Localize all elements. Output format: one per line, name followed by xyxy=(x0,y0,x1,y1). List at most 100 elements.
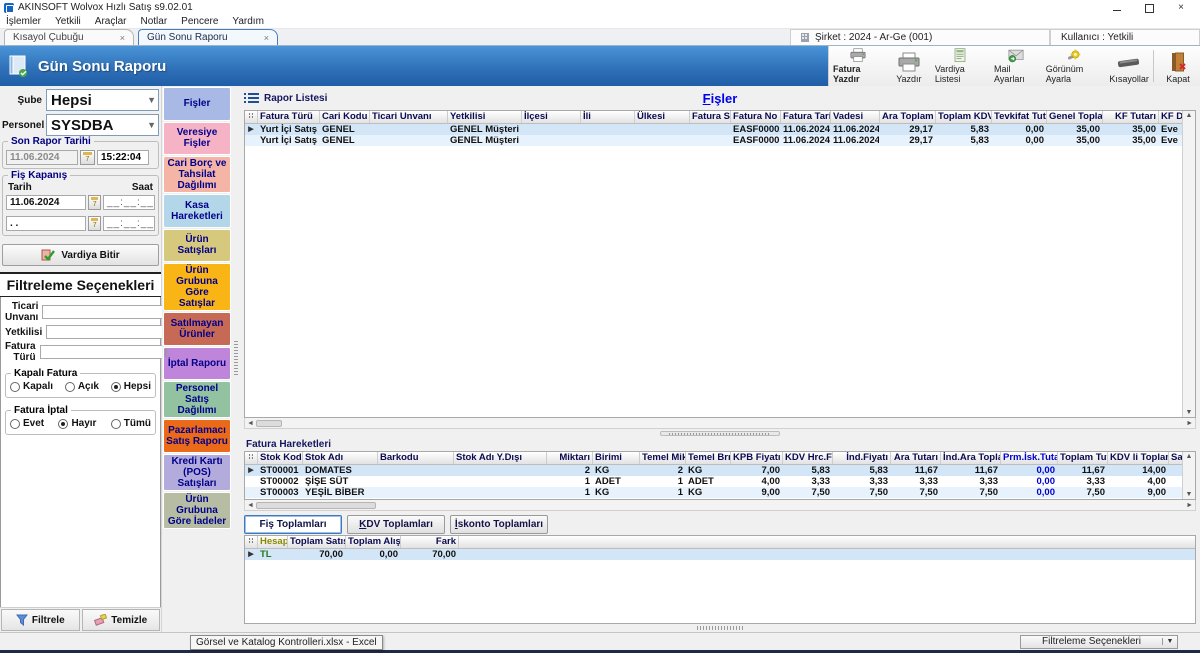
column-header[interactable]: Stok Adı xyxy=(303,452,378,464)
tab-close-icon[interactable]: × xyxy=(120,33,125,43)
vardiya-bitir-button[interactable]: Vardiya Bitir xyxy=(2,244,159,266)
kapanis-time-field-1[interactable]: __:__:__ xyxy=(103,195,155,210)
totals-tab-0[interactable]: Fiş Toplamları xyxy=(244,515,342,534)
table-row[interactable]: ST00003YEŞİL BİBER1KG1KG9,007,507,507,50… xyxy=(245,487,1182,498)
scroll-down-icon[interactable]: ▼ xyxy=(1186,409,1193,416)
gorunum-ayarla-button[interactable]: Görünüm Ayarla xyxy=(1042,46,1107,86)
kapanis-date-field-1[interactable]: 11.06.2024 xyxy=(6,195,86,210)
column-header[interactable]: İnd.Fiyatı xyxy=(833,452,891,464)
column-header[interactable]: Fark xyxy=(401,536,459,548)
column-header[interactable]: Toplam Tutar xyxy=(1058,452,1108,464)
table-row[interactable]: ▶Yurt İçi SatışGENELGENEL MüşteriEASF000… xyxy=(245,124,1182,135)
sidebar-item-8[interactable]: Personel Satış Dağılımı xyxy=(163,381,231,418)
totals-tab-1[interactable]: KDV Toplamları xyxy=(347,515,445,534)
radio-acik[interactable]: Açık xyxy=(65,381,99,392)
column-header[interactable]: Toplam Alış xyxy=(346,536,401,548)
column-header[interactable]: KPB Fiyatı xyxy=(731,452,783,464)
personel-select[interactable]: SYSDBA ▼ xyxy=(46,114,159,136)
column-header[interactable]: İli xyxy=(581,111,635,123)
vertical-splitter[interactable] xyxy=(232,86,240,632)
menu-item-2[interactable]: Araçlar xyxy=(95,16,127,27)
column-header[interactable]: İnd.Ara Toplam xyxy=(941,452,1001,464)
sidebar-item-3[interactable]: Kasa Hareketleri xyxy=(163,194,231,228)
radio-tumu[interactable]: Tümü xyxy=(111,418,151,429)
sidebar-item-11[interactable]: Ürün Grubuna Göre İadeler xyxy=(163,492,231,529)
horizontal-scrollbar[interactable]: ◄ ► xyxy=(244,418,1196,429)
kapat-button[interactable]: Kapat xyxy=(1156,46,1200,86)
tab-kisayol-cubugu[interactable]: Kısayol Çubuğu × xyxy=(4,29,134,45)
scroll-thumb[interactable] xyxy=(256,420,282,427)
scroll-left-icon[interactable]: ◄ xyxy=(247,502,254,509)
yazdir-button[interactable]: Yazdır xyxy=(887,46,931,86)
column-header[interactable]: KF D xyxy=(1159,111,1182,123)
scroll-down-icon[interactable]: ▼ xyxy=(1186,491,1193,498)
column-header[interactable]: Ticari Unvanı xyxy=(370,111,448,123)
column-header[interactable]: Prm.İsk.Tutarı xyxy=(1001,452,1058,464)
column-header[interactable]: Tevkifat Tutarı xyxy=(992,111,1047,123)
menu-item-3[interactable]: Notlar xyxy=(140,16,167,27)
close-icon[interactable]: × xyxy=(1176,3,1186,13)
minimize-icon[interactable] xyxy=(1112,3,1122,13)
vertical-scrollbar[interactable]: ▲▼ xyxy=(1182,452,1195,499)
column-header[interactable]: Fatura No xyxy=(731,111,781,123)
column-header[interactable]: Fatura Tarihi xyxy=(781,111,831,123)
calendar-icon[interactable]: 7 xyxy=(88,195,101,210)
sube-select[interactable]: Hepsi ▼ xyxy=(46,89,159,111)
tab-gun-sonu-raporu[interactable]: Gün Sonu Raporu × xyxy=(138,29,278,45)
scroll-thumb[interactable] xyxy=(256,502,376,509)
column-header[interactable]: Genel Toplam xyxy=(1047,111,1103,123)
column-header[interactable]: Ara Toplam xyxy=(880,111,936,123)
calendar-icon[interactable]: 7 xyxy=(88,216,101,231)
column-header[interactable]: Toplam KDV xyxy=(936,111,992,123)
scroll-up-icon[interactable]: ▲ xyxy=(1186,453,1193,460)
table-row[interactable]: ST00002ŞİŞE SÜT1ADET1ADET4,003,333,333,3… xyxy=(245,476,1182,487)
column-header[interactable]: Ülkesi xyxy=(635,111,690,123)
radio-kapali[interactable]: Kapalı xyxy=(10,381,53,392)
radio-hayir[interactable]: Hayır xyxy=(58,418,96,429)
column-header[interactable]: Birimi xyxy=(593,452,640,464)
filtreleme-secenekleri-button[interactable]: Filtreleme Seçenekleri ▼ xyxy=(1020,635,1178,649)
column-header[interactable]: Hesap xyxy=(258,536,288,548)
column-header[interactable]: Temel Mik. xyxy=(640,452,686,464)
column-header[interactable]: Miktarı xyxy=(547,452,593,464)
kapanis-time-field-2[interactable]: __:__:__ xyxy=(103,216,155,231)
vardiya-listesi-button[interactable]: Vardiya Listesi xyxy=(931,46,990,86)
menu-item-0[interactable]: İşlemler xyxy=(6,16,41,27)
scroll-right-icon[interactable]: ► xyxy=(1186,502,1193,509)
menu-item-1[interactable]: Yetkili xyxy=(55,16,81,27)
sidebar-item-0[interactable]: Fişler xyxy=(163,87,231,121)
mail-ayarlari-button[interactable]: Mail Ayarları xyxy=(990,46,1042,86)
table-row[interactable]: ▶ST00001DOMATES2KG2KG7,005,835,8311,6711… xyxy=(245,465,1182,476)
tab-close-icon[interactable]: × xyxy=(264,33,269,43)
horizontal-scrollbar[interactable]: ◄ ► xyxy=(244,500,1196,511)
column-header[interactable]: İlçesi xyxy=(522,111,581,123)
table-row[interactable]: ▶TL70,000,0070,00 xyxy=(245,549,1195,560)
sidebar-item-4[interactable]: Ürün Satışları xyxy=(163,229,231,263)
column-header[interactable]: KF Tutarı xyxy=(1103,111,1159,123)
sidebar-item-2[interactable]: Cari Borç ve Tahsilat Dağılımı xyxy=(163,156,231,193)
horizontal-splitter[interactable] xyxy=(244,429,1196,437)
fatura-turu-input[interactable] xyxy=(40,345,178,359)
filtrele-button[interactable]: Filtrele xyxy=(1,609,80,631)
vertical-scrollbar[interactable]: ▲▼ xyxy=(1182,111,1195,417)
column-header[interactable]: Fatura Türü xyxy=(258,111,320,123)
column-header[interactable]: Temel Brm. xyxy=(686,452,731,464)
menu-item-4[interactable]: Pencere xyxy=(181,16,218,27)
scroll-up-icon[interactable]: ▲ xyxy=(1186,112,1193,119)
column-header[interactable]: Ara Tutarı xyxy=(891,452,941,464)
column-header[interactable]: Sa xyxy=(1169,452,1182,464)
ticari-unvani-input[interactable] xyxy=(42,305,180,319)
sidebar-item-5[interactable]: Ürün Grubuna Göre Satışlar xyxy=(163,263,231,311)
menu-item-5[interactable]: Yardım xyxy=(232,16,264,27)
radio-evet[interactable]: Evet xyxy=(10,418,44,429)
fatura-yazdir-button[interactable]: Fatura Yazdır xyxy=(829,46,887,86)
column-header[interactable]: Barkodu xyxy=(378,452,454,464)
column-header[interactable]: KDV li Toplam xyxy=(1108,452,1169,464)
sidebar-item-1[interactable]: Veresiye Fişler xyxy=(163,122,231,156)
table-row[interactable]: Yurt İçi SatışGENELGENEL MüşteriEASF0000… xyxy=(245,135,1182,146)
column-header[interactable]: Toplam Satış xyxy=(288,536,346,548)
kisayollar-button[interactable]: Kısayollar xyxy=(1107,46,1151,86)
column-header[interactable]: Stok Kodu xyxy=(258,452,303,464)
sidebar-item-10[interactable]: Kredi Kartı (POS) Satışları xyxy=(163,454,231,491)
scroll-right-icon[interactable]: ► xyxy=(1186,420,1193,427)
